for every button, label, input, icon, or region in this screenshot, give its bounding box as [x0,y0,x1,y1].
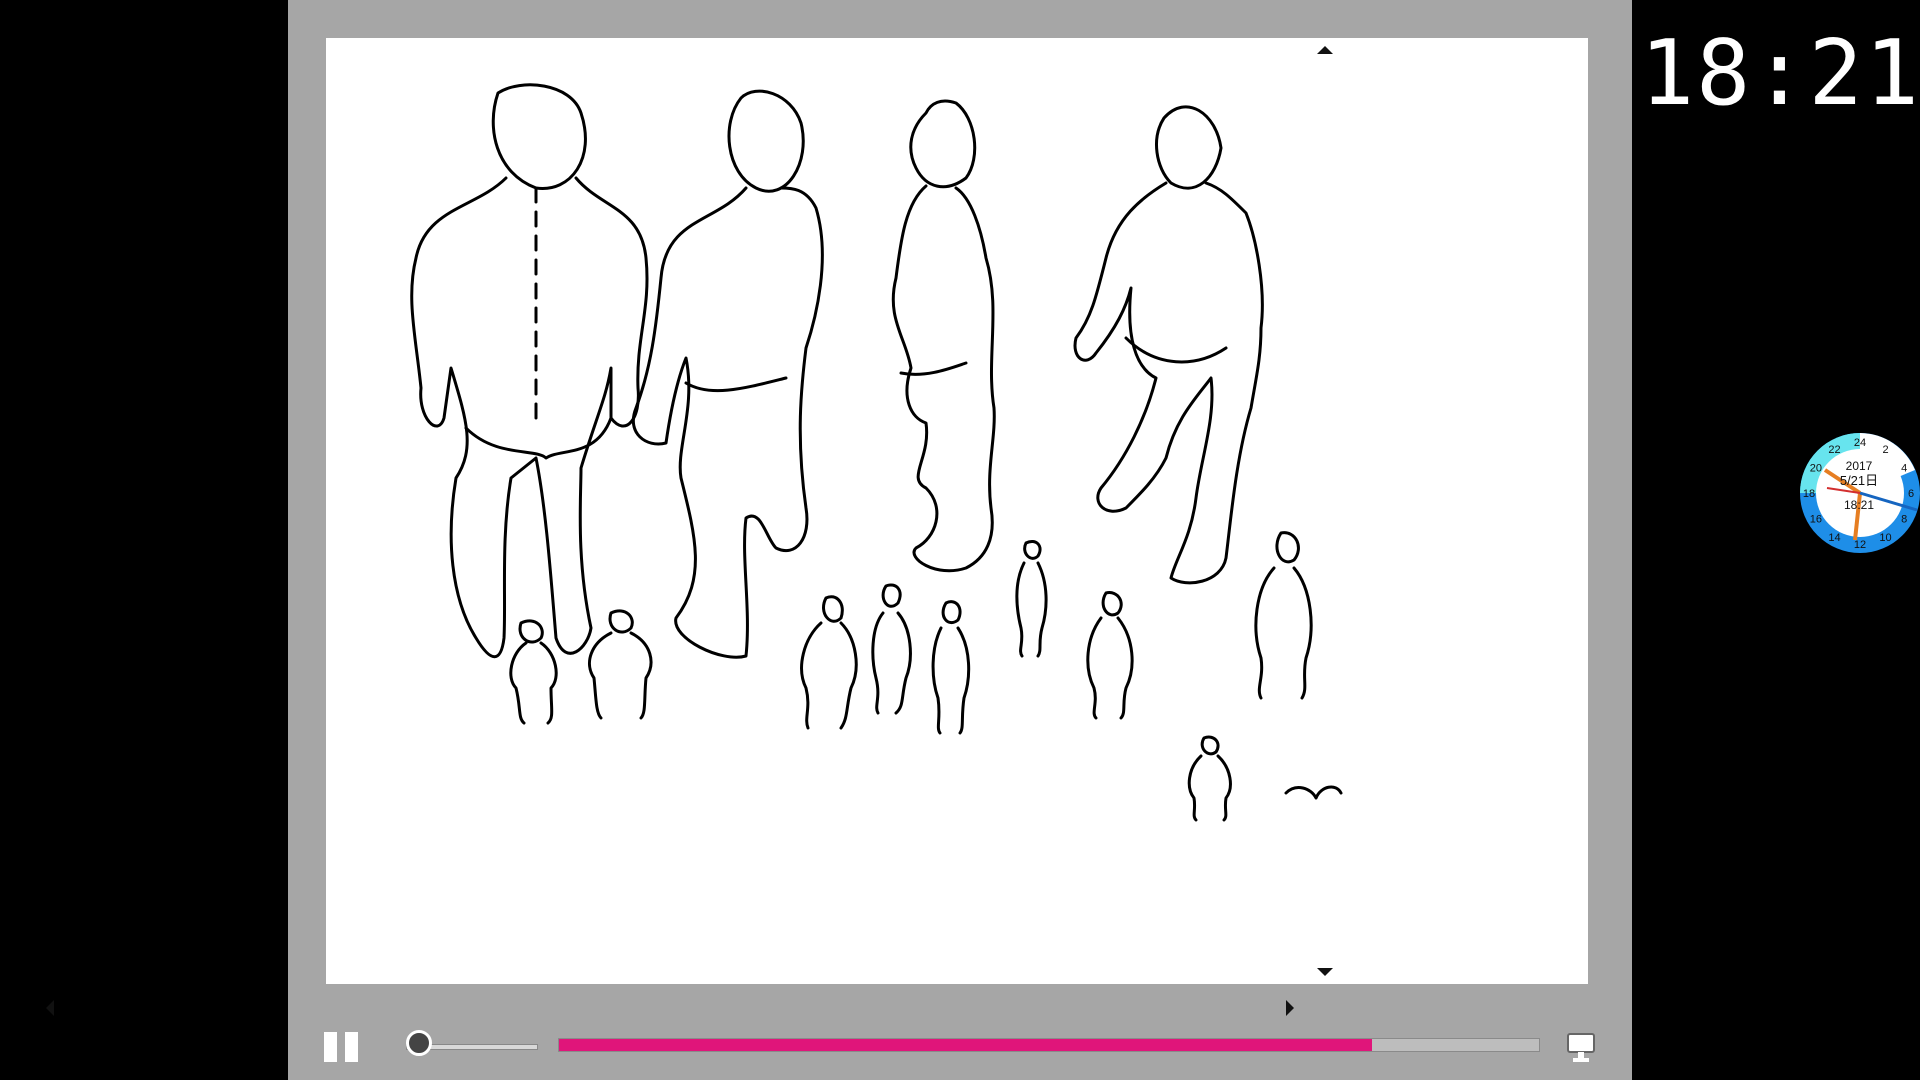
seek-progress [559,1039,1373,1051]
dial-hour-label: 24 [1854,437,1866,449]
monitor-icon [1567,1033,1595,1062]
dial-hour-label: 4 [1901,463,1907,475]
dial-hour-label: 2 [1882,444,1888,456]
calendar-clock-widget[interactable]: 2017 5/21日 18:21 24246810121416182022 [1797,430,1920,556]
pause-bar-left [324,1032,337,1062]
dial-hour-label: 18 [1803,488,1815,500]
volume-slider[interactable] [406,1030,538,1056]
seek-bar[interactable] [558,1038,1540,1052]
dial-hour-label: 22 [1828,444,1840,456]
scroll-down-arrow-icon[interactable] [1317,968,1333,976]
scroll-up-arrow-icon[interactable] [1317,46,1333,54]
dial-hour-label: 12 [1854,539,1866,551]
scroll-left-arrow-icon[interactable] [46,1000,54,1016]
scroll-right-arrow-icon[interactable] [1286,1000,1294,1016]
dial-hour-label: 14 [1828,532,1840,544]
dial-hour-label: 20 [1810,463,1822,475]
dial-time: 18:21 [1844,498,1874,512]
dial-hour-label: 16 [1810,514,1822,526]
artwork-canvas [326,38,1588,984]
dial-year: 2017 [1846,459,1873,473]
volume-knob[interactable] [406,1030,432,1056]
figure-sketch-artwork [410,83,1343,822]
image-viewer [288,0,1632,1080]
dial-hour-label: 6 [1908,488,1914,500]
time-display: 18:21 [1640,21,1920,126]
pause-bar-right [345,1032,358,1062]
dial-hour-label: 8 [1901,514,1907,526]
dial-hour-label: 10 [1879,532,1891,544]
pause-button[interactable] [324,1032,362,1062]
dial-date: 5/21日 [1840,473,1878,488]
screen-mode-button[interactable] [1566,1030,1596,1064]
